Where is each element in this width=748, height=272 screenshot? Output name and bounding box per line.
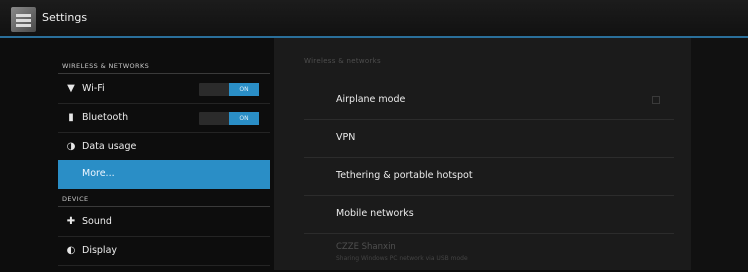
pref-label: Airplane mode <box>336 94 406 105</box>
sidebar-item-display[interactable]: ◐ Display <box>58 237 270 266</box>
page-title: Settings <box>42 11 88 24</box>
wifi-icon: ▼ <box>67 83 75 94</box>
section-divider <box>58 206 270 207</box>
sidebar-item-data-usage[interactable]: ◑ Data usage <box>58 133 270 162</box>
section-header-device: DEVICE <box>62 195 89 203</box>
pref-label: VPN <box>336 132 356 143</box>
sidebar-item-label: Display <box>82 245 118 256</box>
background-edge <box>691 38 748 270</box>
pref-summary: Sharing Windows PC network via USB mode <box>336 255 468 262</box>
bluetooth-icon: ▮ <box>68 112 74 123</box>
settings-icon[interactable] <box>11 7 36 32</box>
sidebar-item-label: Sound <box>82 216 112 227</box>
mobile-networks-row[interactable]: Mobile networks <box>304 196 674 234</box>
sidebar-item-more[interactable]: More... <box>58 160 270 189</box>
usb-sharing-row: CZZE Shanxin Sharing Windows PC network … <box>304 234 674 272</box>
sidebar-item-bluetooth[interactable]: ▮ Bluetooth ON <box>58 104 270 133</box>
data-usage-icon: ◑ <box>66 141 76 152</box>
action-bar: Settings <box>0 0 748 38</box>
sidebar-item-label: Data usage <box>82 141 137 152</box>
pref-label: CZZE Shanxin <box>336 242 396 252</box>
pref-label: Mobile networks <box>336 208 414 219</box>
sidebar-item-label: More... <box>82 168 115 179</box>
sidebar-item-wifi[interactable]: ▼ Wi-Fi ON <box>58 75 270 104</box>
wifi-toggle[interactable]: ON <box>199 83 259 96</box>
settings-sidebar: WIRELESS & NETWORKS ▼ Wi-Fi ON ▮ Bluetoo… <box>0 38 274 270</box>
sidebar-item-sound[interactable]: ✚ Sound <box>58 208 270 237</box>
sidebar-item-label: Wi-Fi <box>82 83 105 94</box>
pref-label: Tethering & portable hotspot <box>336 170 473 181</box>
category-header: Wireless & networks <box>304 57 381 65</box>
section-header-wireless: WIRELESS & NETWORKS <box>62 62 150 70</box>
toggle-on-label: ON <box>229 112 259 125</box>
vpn-row[interactable]: VPN <box>304 120 674 158</box>
airplane-mode-row[interactable]: Airplane mode <box>304 82 674 120</box>
bluetooth-toggle[interactable]: ON <box>199 112 259 125</box>
tethering-row[interactable]: Tethering & portable hotspot <box>304 158 674 196</box>
airplane-mode-checkbox[interactable] <box>652 96 660 104</box>
toggle-on-label: ON <box>229 83 259 96</box>
section-divider <box>58 73 270 74</box>
display-icon: ◐ <box>66 245 76 256</box>
sound-icon: ✚ <box>66 216 76 227</box>
settings-detail-pane: Wireless & networks Airplane mode VPN Te… <box>274 38 691 270</box>
sidebar-item-label: Bluetooth <box>82 112 129 123</box>
